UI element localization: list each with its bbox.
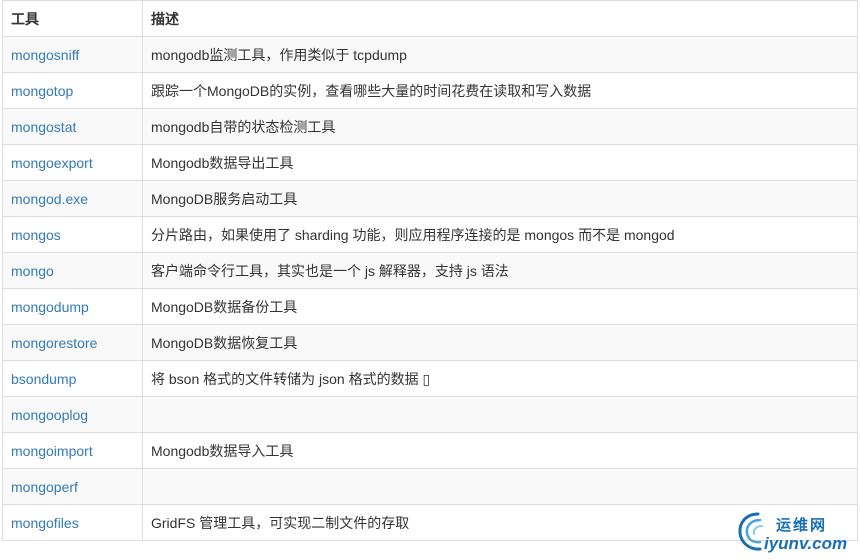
column-header-description: 描述	[142, 0, 858, 37]
tool-link[interactable]: bsondump	[11, 371, 76, 387]
description-cell: mongodb监测工具，作用类似于 tcpdump	[142, 36, 858, 73]
table-body: mongosniff mongodb监测工具，作用类似于 tcpdump mongo…	[2, 36, 858, 541]
tool-link[interactable]: mongoimport	[11, 443, 93, 459]
table-row: mongod.exe MongoDB服务启动工具	[2, 180, 858, 217]
description-cell: Mongodb数据导出工具	[142, 144, 858, 181]
description-cell: 将 bson 格式的文件转储为 json 格式的数据 ▯	[142, 360, 858, 397]
tool-cell: mongostat	[2, 108, 143, 145]
table-row: bsondump 将 bson 格式的文件转储为 json 格式的数据 ▯	[2, 360, 858, 397]
table-row: mongoperf	[2, 468, 858, 505]
tool-link[interactable]: mongostat	[11, 119, 76, 135]
description-cell: 跟踪一个MongoDB的实例，查看哪些大量的时间花费在读取和写入数据	[142, 72, 858, 109]
site-watermark: 运维网 iyunv.com	[736, 508, 848, 556]
table-row: mongosniff mongodb监测工具，作用类似于 tcpdump	[2, 36, 858, 73]
table-row: mongo 客户端命令行工具，其实也是一个 js 解释器，支持 js 语法	[2, 252, 858, 289]
watermark-name: 运维网	[776, 517, 828, 534]
description-cell: Mongodb数据导入工具	[142, 432, 858, 469]
description-cell: mongodb自带的状态检测工具	[142, 108, 858, 145]
description-cell: MongoDB数据备份工具	[142, 288, 858, 325]
table-row: mongoimport Mongodb数据导入工具	[2, 432, 858, 469]
column-header-tool: 工具	[2, 0, 143, 37]
tool-link[interactable]: mongos	[11, 227, 61, 243]
tool-link[interactable]: mongosniff	[11, 47, 79, 63]
table-row: mongoexport Mongodb数据导出工具	[2, 144, 858, 181]
description-cell: MongoDB数据恢复工具	[142, 324, 858, 361]
header-row: 工具 描述	[2, 0, 858, 37]
tool-link[interactable]: mongoexport	[11, 155, 93, 171]
tools-table: 工具 描述 mongosniff mongodb监测工具，作用类似于 tcpdum…	[2, 0, 858, 541]
description-cell: MongoDB服务启动工具	[142, 180, 858, 217]
table-row: mongorestore MongoDB数据恢复工具	[2, 324, 858, 361]
tool-cell: mongofiles	[2, 504, 143, 541]
table-header: 工具 描述	[2, 0, 858, 37]
tool-cell: mongos	[2, 216, 143, 253]
table-row: mongos 分片路由，如果使用了 sharding 功能，则应用程序连接的是 m…	[2, 216, 858, 253]
tool-link[interactable]: mongoperf	[11, 479, 78, 495]
tool-cell: mongoexport	[2, 144, 143, 181]
tool-cell: bsondump	[2, 360, 143, 397]
tool-cell: mongoperf	[2, 468, 143, 505]
description-cell	[142, 396, 858, 433]
tool-cell: mongooplog	[2, 396, 143, 433]
table-row: mongostat mongodb自带的状态检测工具	[2, 108, 858, 145]
tool-link[interactable]: mongooplog	[11, 407, 88, 423]
description-cell: 客户端命令行工具，其实也是一个 js 解释器，支持 js 语法	[142, 252, 858, 289]
tool-link[interactable]: mongotop	[11, 83, 73, 99]
tool-cell: mongoimport	[2, 432, 143, 469]
tool-link[interactable]: mongorestore	[11, 335, 97, 351]
description-cell: 分片路由，如果使用了 sharding 功能，则应用程序连接的是 mongos …	[142, 216, 858, 253]
tool-cell: mongo	[2, 252, 143, 289]
tool-link[interactable]: mongod.exe	[11, 191, 88, 207]
tool-link[interactable]: mongofiles	[11, 515, 79, 531]
table-row: mongofiles GridFS 管理工具，可实现二制文件的存取	[2, 504, 858, 541]
table-row: mongotop 跟踪一个MongoDB的实例，查看哪些大量的时间花费在读取和写入…	[2, 72, 858, 109]
tool-link[interactable]: mongodump	[11, 299, 89, 315]
table-row: mongodump MongoDB数据备份工具	[2, 288, 858, 325]
watermark-url: iyunv.com	[764, 534, 848, 553]
tool-cell: mongotop	[2, 72, 143, 109]
description-cell	[142, 468, 858, 505]
tool-link[interactable]: mongo	[11, 263, 54, 279]
tool-cell: mongod.exe	[2, 180, 143, 217]
table-row: mongooplog	[2, 396, 858, 433]
tool-cell: mongosniff	[2, 36, 143, 73]
tool-cell: mongodump	[2, 288, 143, 325]
tool-cell: mongorestore	[2, 324, 143, 361]
